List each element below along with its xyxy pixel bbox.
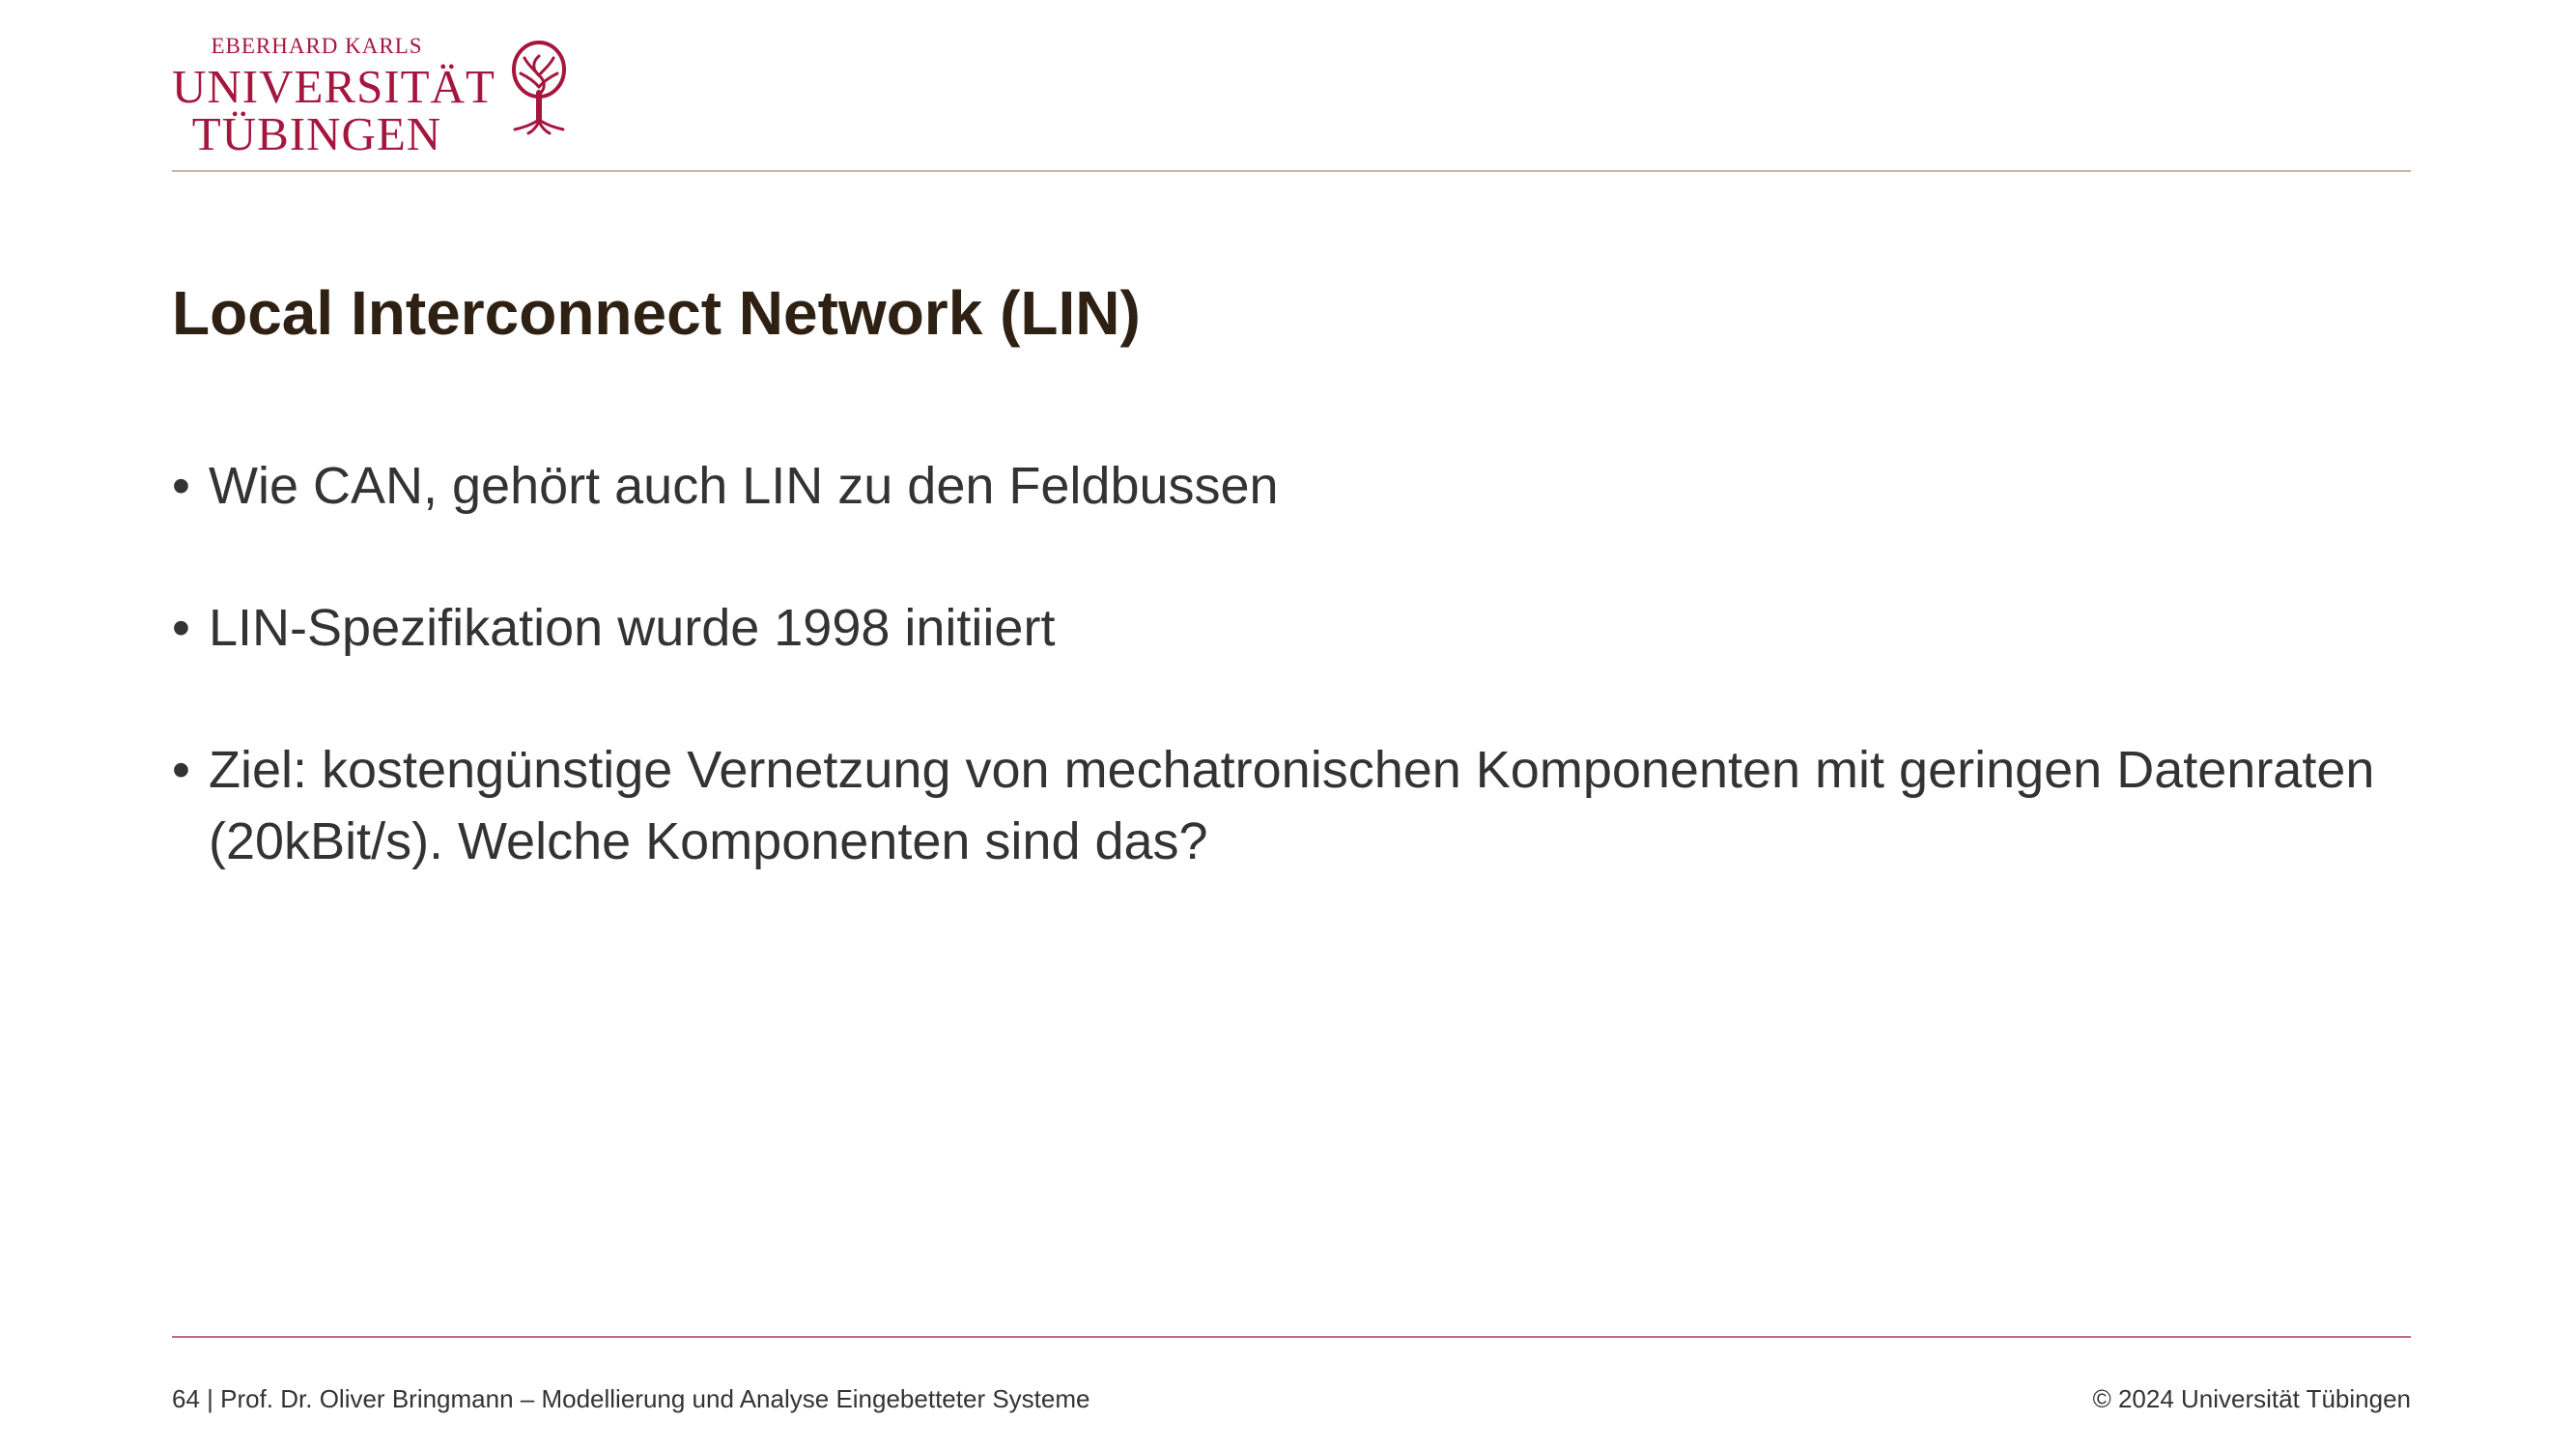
- footer-slide-info: 64 | Prof. Dr. Oliver Bringmann – Modell…: [172, 1384, 1090, 1413]
- bullet-marker: •: [172, 457, 190, 515]
- slide-title: Local Interconnect Network (LIN): [172, 278, 1141, 348]
- bullet-marker: •: [172, 599, 190, 657]
- logo-line-universitaet: UNIVERSITÄT: [172, 60, 495, 113]
- logo-line-tuebingen: TÜBINGEN: [191, 107, 442, 160]
- university-logo: EBERHARD KARLS UNIVERSITÄT TÜBINGEN: [172, 33, 578, 157]
- bullet-item: • Wie CAN, gehört auch LIN zu den Feldbu…: [172, 450, 2403, 522]
- footer-copyright: © 2024 Universität Tübingen: [2092, 1384, 2411, 1413]
- bullet-marker: •: [172, 741, 190, 799]
- logo-wordmark: EBERHARD KARLS UNIVERSITÄT TÜBINGEN: [172, 33, 495, 160]
- bullet-item: • Ziel: kostengünstige Vernetzung von me…: [172, 734, 2403, 877]
- bullet-text: Wie CAN, gehört auch LIN zu den Feldbuss…: [209, 457, 1279, 515]
- footer-divider: [172, 1336, 2411, 1338]
- bullet-text: Ziel: kostengünstige Vernetzung von mech…: [209, 741, 2375, 870]
- bullet-item: • LIN-Spezifikation wurde 1998 initiiert: [172, 592, 2403, 664]
- bullet-list: • Wie CAN, gehört auch LIN zu den Feldbu…: [172, 450, 2403, 948]
- header-divider: [172, 170, 2411, 172]
- bullet-text: LIN-Spezifikation wurde 1998 initiiert: [209, 599, 1056, 657]
- logo-line-eberhard-karls: EBERHARD KARLS: [211, 34, 423, 58]
- tree-icon: [512, 41, 566, 135]
